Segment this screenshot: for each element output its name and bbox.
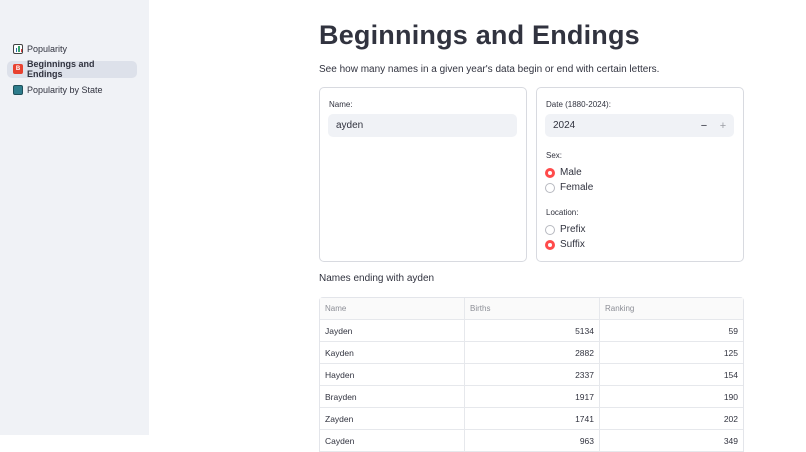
column-header-births[interactable]: Births — [465, 298, 600, 319]
radio-male-label: Male — [560, 167, 582, 178]
name-input-wrapper — [328, 114, 517, 137]
cell-name: Zayden — [320, 408, 465, 429]
radio-suffix-label: Suffix — [560, 239, 585, 250]
column-header-name[interactable]: Name — [320, 298, 465, 319]
sidebar-nav: Popularity B Beginnings and Endings Popu… — [7, 40, 137, 102]
cell-ranking: 202 — [723, 413, 738, 424]
cell-ranking: 190 — [723, 391, 738, 402]
radio-suffix[interactable]: Suffix — [545, 239, 585, 250]
radio-prefix-label: Prefix — [560, 224, 586, 235]
radio-male[interactable]: Male — [545, 167, 582, 178]
cell-births: 2882 — [465, 342, 600, 363]
options-card: Date (1880-2024): − + Sex: Male Female L… — [536, 87, 744, 262]
sidebar-item-label: Popularity by State — [27, 84, 103, 95]
cell-births: 5134 — [465, 320, 600, 341]
cell-ranking: 154 — [723, 369, 738, 380]
page-subtitle: See how many names in a given year's dat… — [319, 64, 660, 75]
date-input[interactable] — [545, 120, 701, 131]
cell-ranking: 125 — [723, 347, 738, 358]
cell-ranking: 59 — [728, 325, 738, 336]
cell-births: 1741 — [465, 408, 600, 429]
page-title: Beginnings and Endings — [319, 20, 640, 50]
radio-suffix-indicator[interactable] — [545, 239, 555, 250]
column-header-ranking[interactable]: Ranking — [600, 298, 743, 319]
date-input-wrapper: − + — [545, 114, 734, 137]
table-row: Brayden 1917 190 — [320, 386, 743, 408]
name-card: Name: — [319, 87, 527, 262]
cell-name: Brayden — [320, 386, 465, 407]
increment-button[interactable]: + — [714, 114, 732, 137]
cell-births: 1917 — [465, 386, 600, 407]
table-header-row: Name Births Ranking — [320, 298, 743, 320]
table-row: Jayden 5134 59 — [320, 320, 743, 342]
name-input[interactable] — [328, 120, 517, 131]
cell-name: Jayden — [320, 320, 465, 341]
map-icon — [13, 84, 23, 95]
results-title: Names ending with ayden — [319, 273, 435, 284]
radio-prefix[interactable]: Prefix — [545, 224, 586, 235]
table-row: Cayden 963 349 — [320, 430, 743, 452]
radio-female-indicator[interactable] — [545, 182, 555, 193]
radio-male-indicator[interactable] — [545, 167, 555, 178]
sidebar-item-popularity-by-state[interactable]: Popularity by State — [7, 81, 137, 98]
table-row: Hayden 2337 154 — [320, 364, 743, 386]
letter-b-icon: B — [13, 64, 23, 74]
cell-ranking: 349 — [723, 435, 738, 446]
name-label: Name: — [329, 100, 353, 109]
cell-name: Kayden — [320, 342, 465, 363]
table-row: Kayden 2882 125 — [320, 342, 743, 364]
sidebar-item-label: Beginnings and Endings — [27, 59, 95, 79]
results-table[interactable]: Name Births Ranking Jayden 5134 59 Kayde… — [319, 297, 744, 452]
cell-name: Hayden — [320, 364, 465, 385]
radio-female[interactable]: Female — [545, 182, 593, 193]
sidebar: Popularity B Beginnings and Endings Popu… — [0, 0, 149, 435]
table-row: Zayden 1741 202 — [320, 408, 743, 430]
cell-births: 2337 — [465, 364, 600, 385]
cell-births: 963 — [465, 430, 600, 451]
radio-female-label: Female — [560, 182, 594, 193]
cell-name: Cayden — [320, 430, 465, 451]
decrement-button[interactable]: − — [695, 114, 713, 137]
sidebar-item-label: Popularity — [27, 43, 68, 54]
bar-chart-icon — [13, 43, 23, 54]
sidebar-item-beginnings-and-endings[interactable]: B Beginnings and Endings — [7, 59, 137, 79]
date-label: Date (1880-2024): — [546, 100, 611, 109]
radio-prefix-indicator[interactable] — [545, 224, 555, 235]
sidebar-item-popularity[interactable]: Popularity — [7, 40, 137, 57]
sex-label: Sex: — [546, 151, 563, 160]
location-label: Location: — [546, 208, 579, 217]
